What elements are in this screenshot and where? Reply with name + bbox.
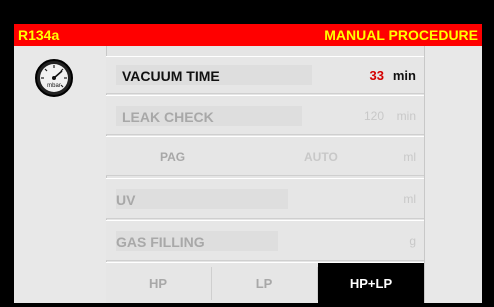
vacuum-time-unit: min <box>392 68 416 83</box>
uv-label: UV <box>116 192 136 208</box>
gas-filling-row[interactable]: GAS FILLING g <box>106 220 424 261</box>
main-panel: mbar VACUUM TIME 33 min LEAK CHECK 120 m… <box>14 46 482 304</box>
gauge-unit-label: mbar <box>47 83 61 89</box>
uv-unit: ml <box>403 192 416 206</box>
uv-dye-row[interactable]: UV ml <box>106 178 424 219</box>
vacuum-time-value: 33 <box>369 68 384 83</box>
pressure-gauge-icon: mbar <box>35 59 73 97</box>
oil-unit: ml <box>403 150 416 164</box>
gas-filling-label: GAS FILLING <box>116 234 205 250</box>
tab-hp[interactable]: HP <box>106 263 210 304</box>
divider <box>424 46 425 303</box>
left-panel: mbar <box>14 46 106 303</box>
title-bar: R134a MANUAL PROCEDURE <box>14 24 482 46</box>
circuit-selector: HP LP HP+LP <box>106 262 424 304</box>
oil-injection-row[interactable]: PAG AUTO ml <box>106 136 424 176</box>
oil-mode-value: AUTO <box>304 150 338 164</box>
refrigerant-label: R134a <box>18 27 60 43</box>
procedure-mode-label: MANUAL PROCEDURE <box>324 27 478 43</box>
leak-check-value: 120 <box>363 109 384 123</box>
screen-frame: R134a MANUAL PROCEDURE mbar VACUUM TIME … <box>0 0 494 307</box>
leak-check-unit: min <box>396 109 416 123</box>
tab-lp[interactable]: LP <box>212 263 316 304</box>
label-background <box>116 189 288 209</box>
leak-check-label: LEAK CHECK <box>122 109 214 125</box>
right-panel <box>424 46 482 303</box>
gas-filling-unit: g <box>409 234 416 248</box>
vacuum-time-row[interactable]: VACUUM TIME 33 min <box>106 56 424 94</box>
oil-type-label: PAG <box>160 150 186 164</box>
vacuum-time-label: VACUUM TIME <box>122 68 220 84</box>
tab-hp-lp[interactable]: HP+LP <box>318 263 424 304</box>
leak-check-row[interactable]: LEAK CHECK 120 min <box>106 95 424 135</box>
